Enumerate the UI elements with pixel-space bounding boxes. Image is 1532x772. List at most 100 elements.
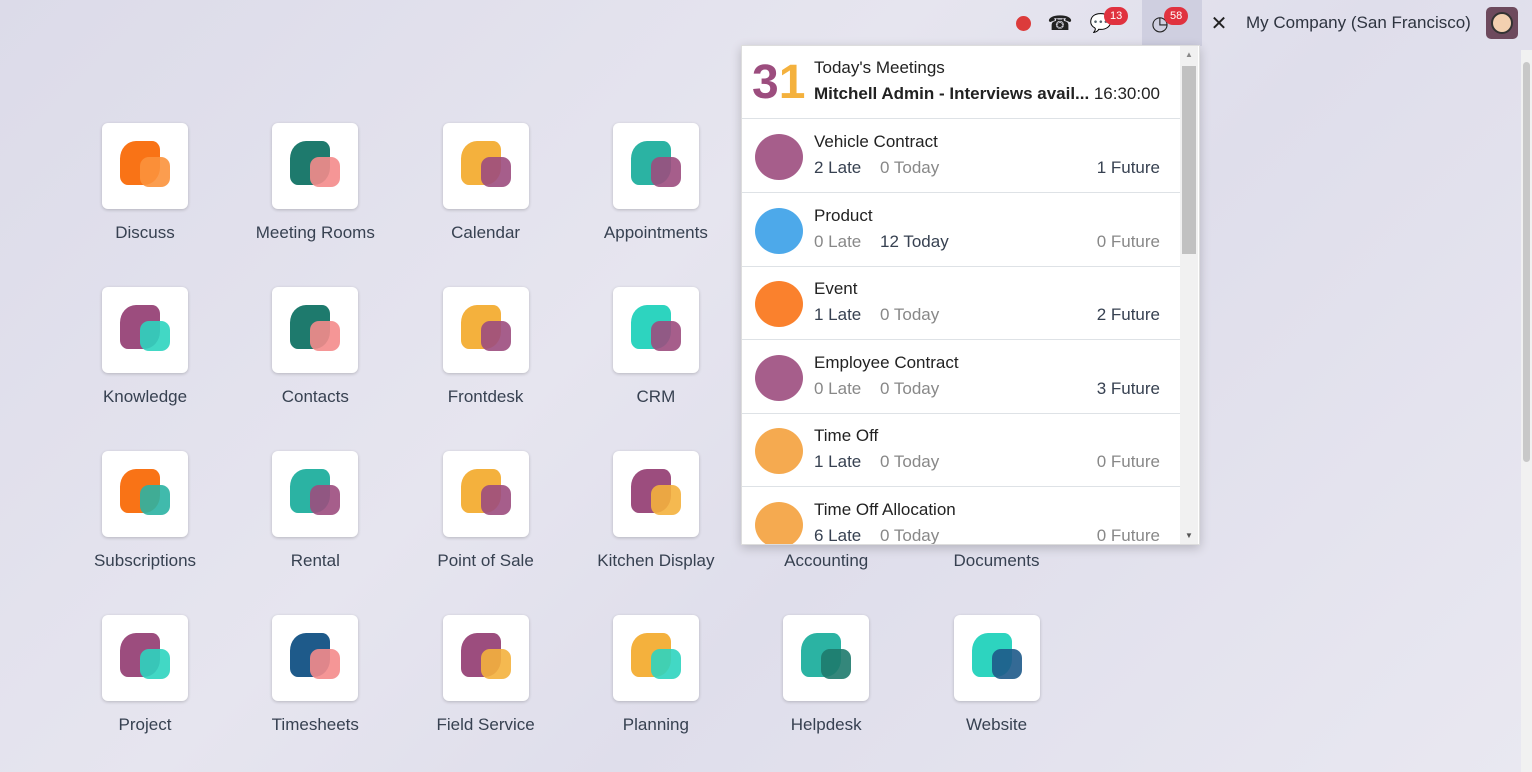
dropdown-scrollbar[interactable]: ▲ ▼ — [1180, 46, 1198, 544]
future-count[interactable]: 0 Future — [1097, 232, 1160, 252]
meetings-title: Today's Meetings — [814, 58, 945, 77]
app-knowledge[interactable]: Knowledge — [60, 287, 230, 407]
appointments-icon — [612, 123, 699, 209]
app-rental[interactable]: Rental — [230, 451, 400, 571]
tools-icon[interactable]: ✕ — [1206, 0, 1232, 46]
late-count[interactable]: 2 Late — [814, 158, 880, 178]
activity-title: Vehicle Contract — [814, 132, 938, 151]
meeting-name: Mitchell Admin - Interviews avail... — [814, 84, 1090, 103]
phone-icon[interactable]: ☎ — [1046, 0, 1074, 46]
app-label: Project — [118, 715, 172, 734]
chat-badge: 13 — [1104, 7, 1129, 25]
app-label: Documents — [953, 551, 1040, 570]
app-point-of-sale[interactable]: Point of Sale — [401, 451, 571, 571]
field-service-icon — [442, 615, 529, 701]
late-count[interactable]: 0 Late — [814, 379, 880, 399]
late-count[interactable]: 1 Late — [814, 452, 880, 472]
app-label: Accounting — [784, 551, 869, 570]
app-kitchen-display[interactable]: Kitchen Display — [571, 451, 741, 571]
app-crm[interactable]: CRM — [571, 287, 741, 407]
product-icon — [752, 204, 806, 258]
activity-row-time-off[interactable]: Time Off 1 Late 0 Today 0 Future — [742, 414, 1180, 487]
today-count[interactable]: 0 Today — [880, 452, 1097, 472]
contacts-icon — [272, 287, 359, 373]
future-count[interactable]: 3 Future — [1097, 379, 1160, 399]
today-count[interactable]: 0 Today — [880, 158, 1097, 178]
activity-title: Time Off — [814, 426, 879, 445]
app-calendar[interactable]: Calendar — [401, 123, 571, 243]
recording-dot-icon[interactable] — [1010, 0, 1036, 46]
app-label: Kitchen Display — [597, 551, 715, 570]
meeting-summary: Mitchell Admin - Interviews avail... 16:3… — [814, 84, 1160, 104]
app-appointments[interactable]: Appointments — [571, 123, 741, 243]
future-count[interactable]: 0 Future — [1097, 452, 1160, 472]
today-count[interactable]: 0 Today — [880, 526, 1097, 545]
app-label: Discuss — [115, 223, 175, 242]
app-meeting-rooms[interactable]: Meeting Rooms — [230, 123, 400, 243]
app-planning[interactable]: Planning — [571, 615, 741, 735]
pos-icon — [442, 451, 529, 537]
meeting-rooms-icon — [272, 123, 359, 209]
crm-icon — [612, 287, 699, 373]
helpdesk-icon — [783, 615, 870, 701]
website-icon — [953, 615, 1040, 701]
activity-row-time-off-allocation[interactable]: Time Off Allocation 6 Late 0 Today 0 Futur… — [742, 488, 1180, 545]
calendar-icon — [442, 123, 529, 209]
subscriptions-icon — [102, 451, 188, 537]
app-contacts[interactable]: Contacts — [230, 287, 400, 407]
future-count[interactable]: 1 Future — [1097, 158, 1160, 178]
today-count[interactable]: 12 Today — [880, 232, 1097, 252]
time-off-icon — [752, 424, 806, 478]
event-icon — [752, 277, 806, 331]
time-off-allocation-icon — [752, 498, 806, 544]
app-subscriptions[interactable]: Subscriptions — [60, 451, 230, 571]
future-count[interactable]: 0 Future — [1097, 526, 1160, 545]
today-count[interactable]: 0 Today — [880, 379, 1097, 399]
activity-row-product[interactable]: Product 0 Late 12 Today 0 Future — [742, 194, 1180, 267]
timesheets-icon — [272, 615, 359, 701]
activity-title: Event — [814, 279, 858, 298]
calendar-icon: 31 — [752, 56, 806, 109]
app-label: Planning — [622, 715, 689, 734]
planning-icon — [612, 615, 699, 701]
activity-row-event[interactable]: Event 1 Late 0 Today 2 Future — [742, 267, 1180, 340]
knowledge-icon — [102, 287, 188, 373]
app-project[interactable]: Project — [60, 615, 230, 735]
app-helpdesk[interactable]: Helpdesk — [741, 615, 911, 735]
activity-title: Product — [814, 205, 873, 225]
activity-title: Employee Contract — [814, 352, 959, 372]
app-label: Knowledge — [102, 387, 188, 406]
app-label: Website — [965, 715, 1028, 734]
today-count[interactable]: 0 Today — [880, 305, 1097, 325]
activity-row-vehicle-contract[interactable]: Vehicle Contract 2 Late 0 Today 1 Future — [742, 120, 1180, 193]
vehicle-icon — [752, 130, 806, 184]
app-frontdesk[interactable]: Frontdesk — [401, 287, 571, 407]
late-count[interactable]: 1 Late — [814, 305, 880, 325]
app-field-service[interactable]: Field Service — [401, 615, 571, 735]
app-label: Field Service — [436, 715, 535, 734]
app-website[interactable]: Website — [912, 615, 1082, 735]
activity-badge: 58 — [1164, 7, 1189, 25]
activity-row-employee-contract[interactable]: Employee Contract 0 Late 0 Today 3 Future — [742, 341, 1180, 414]
late-count[interactable]: 6 Late — [814, 526, 880, 545]
app-label: Frontdesk — [447, 387, 524, 406]
company-switcher[interactable]: My Company (San Francisco) — [1246, 13, 1471, 33]
app-discuss[interactable]: Discuss — [60, 123, 230, 243]
kitchen-icon — [612, 451, 699, 537]
frontdesk-icon — [442, 287, 529, 373]
app-label: Point of Sale — [437, 551, 534, 570]
future-count[interactable]: 2 Future — [1097, 305, 1160, 325]
app-timesheets[interactable]: Timesheets — [230, 615, 400, 735]
meeting-time: 16:30:00 — [1093, 84, 1160, 103]
app-label: Timesheets — [271, 715, 359, 734]
employee-contract-icon — [752, 351, 806, 405]
app-label: CRM — [636, 387, 676, 406]
rental-icon — [272, 451, 359, 537]
avatar[interactable] — [1486, 7, 1518, 39]
page-scrollbar[interactable] — [1521, 50, 1532, 772]
app-label: Appointments — [603, 223, 708, 242]
app-label: Rental — [290, 551, 340, 570]
activity-dropdown: 31 Today's Meetings Mitchell Admin - Int… — [741, 45, 1200, 545]
meetings-row[interactable]: 31 Today's Meetings Mitchell Admin - Int… — [742, 46, 1180, 119]
late-count[interactable]: 0 Late — [814, 232, 880, 252]
